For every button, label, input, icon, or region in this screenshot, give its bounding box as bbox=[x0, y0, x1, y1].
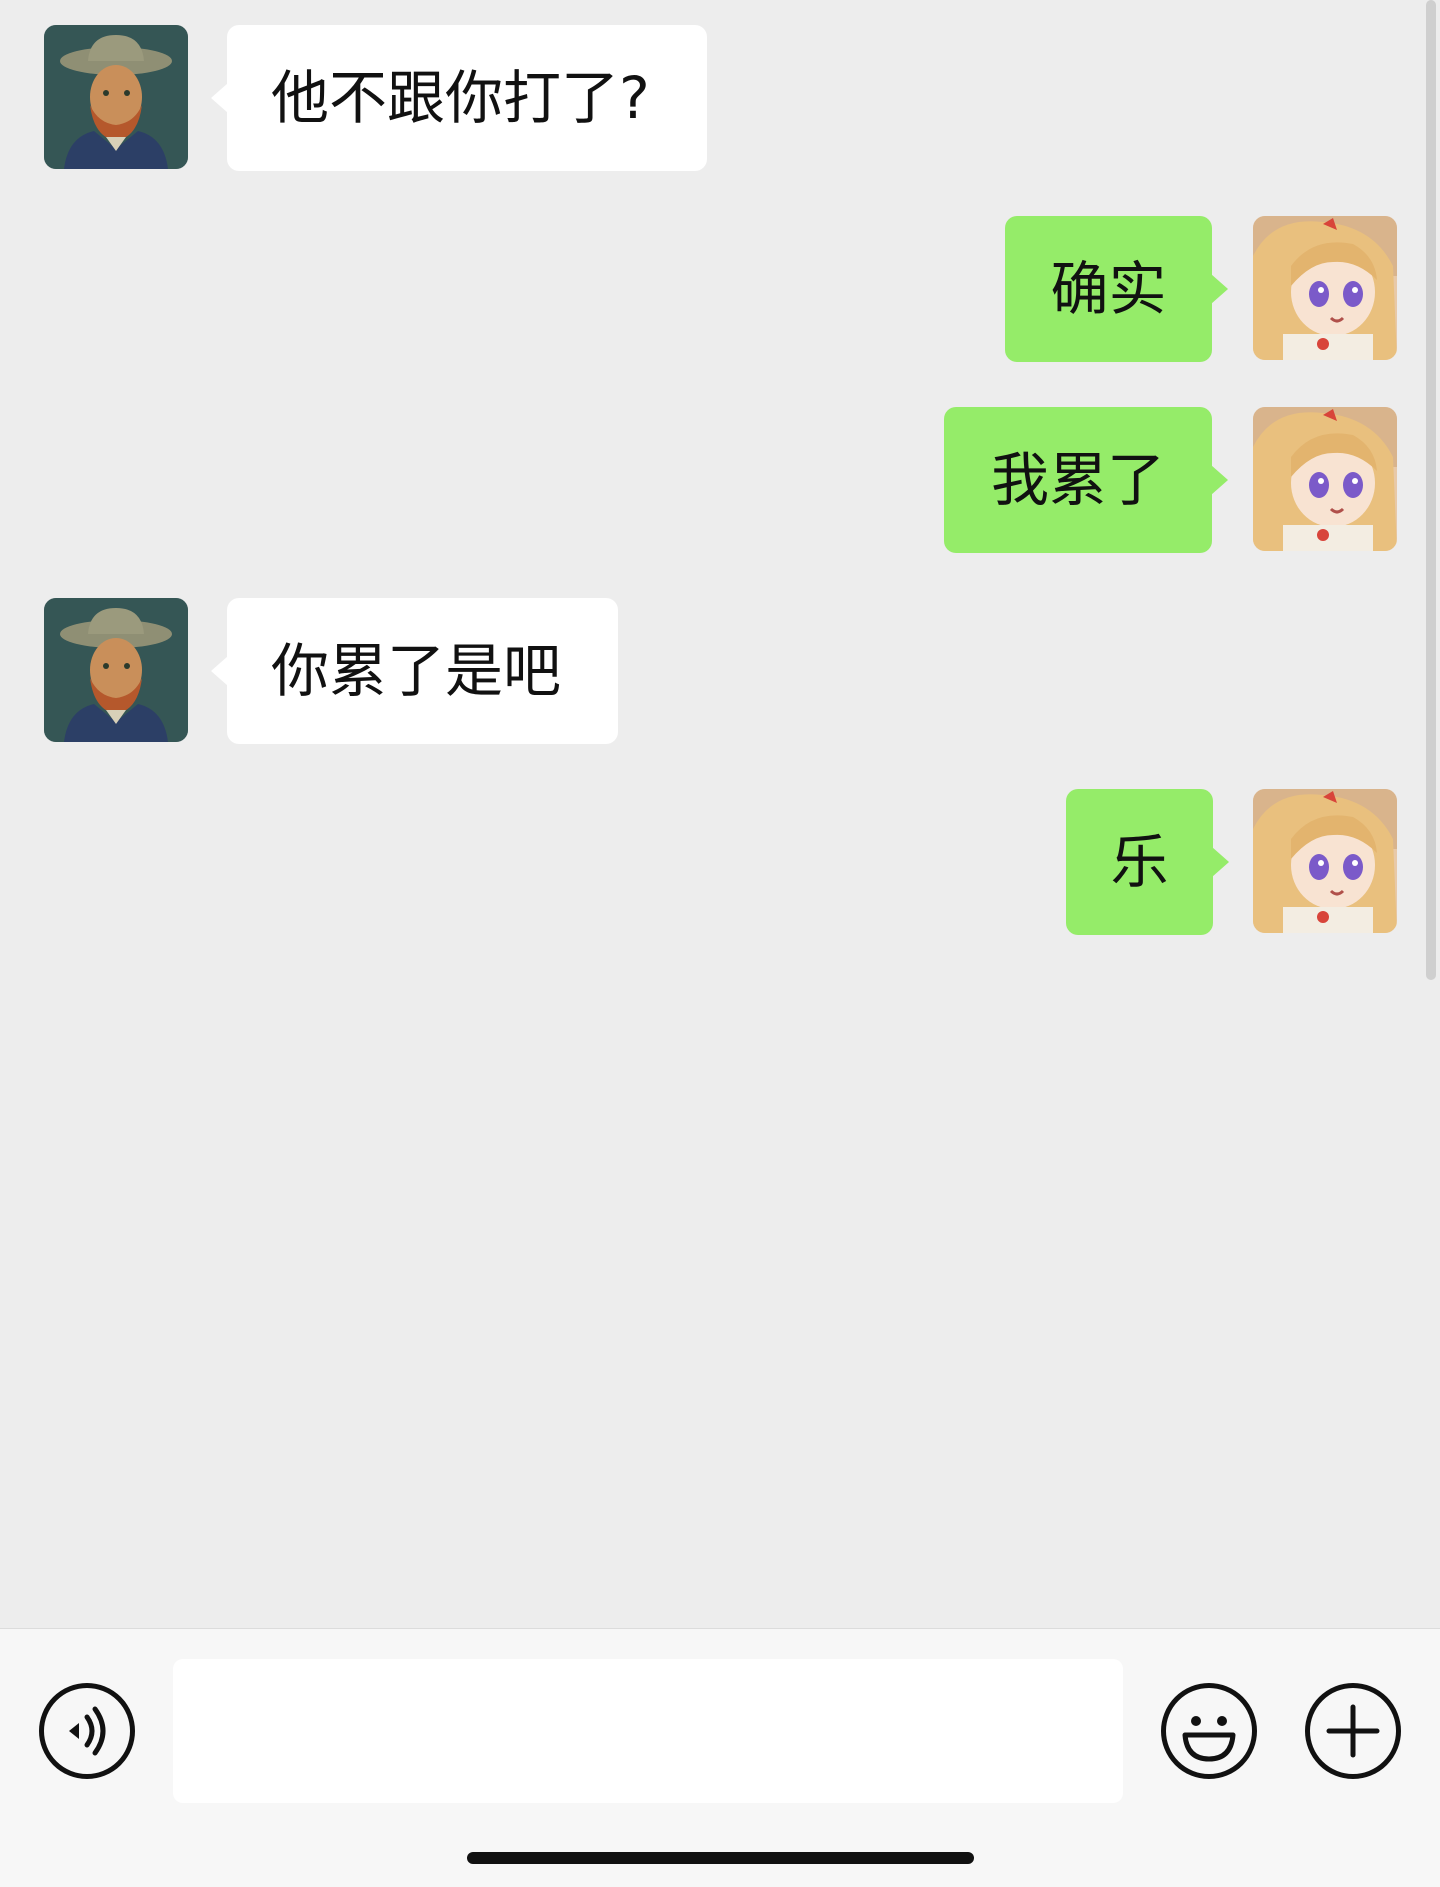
message-text: 你累了是吧 bbox=[271, 637, 562, 705]
bubble-tail bbox=[1212, 847, 1229, 877]
chat-area: 他不跟你打了? 确实 我累了 你累了是吧 乐 bbox=[0, 0, 1440, 1628]
message-bubble-sent[interactable]: 确实 bbox=[1005, 216, 1228, 362]
anime-girl-image bbox=[1253, 789, 1397, 933]
message-text: 我累了 bbox=[990, 446, 1165, 514]
plus-icon bbox=[1326, 1704, 1380, 1758]
van-gogh-portrait-image bbox=[44, 25, 188, 169]
home-indicator[interactable] bbox=[467, 1852, 974, 1864]
voice-button[interactable] bbox=[39, 1683, 135, 1779]
self-avatar[interactable] bbox=[1253, 216, 1397, 360]
emoji-button[interactable] bbox=[1161, 1683, 1257, 1779]
bubble-tail bbox=[211, 656, 228, 686]
anime-girl-image bbox=[1253, 216, 1397, 360]
message-bubble-received[interactable]: 你累了是吧 bbox=[211, 598, 618, 744]
message-text: 他不跟你打了? bbox=[271, 64, 650, 132]
bubble-tail bbox=[1211, 465, 1228, 495]
emoji-icon bbox=[1182, 1716, 1236, 1762]
contact-avatar[interactable] bbox=[44, 25, 188, 169]
self-avatar[interactable] bbox=[1253, 789, 1397, 933]
contact-avatar[interactable] bbox=[44, 598, 188, 742]
plus-button[interactable] bbox=[1305, 1683, 1401, 1779]
van-gogh-portrait-image bbox=[44, 598, 188, 742]
scrollbar[interactable] bbox=[1426, 0, 1436, 980]
message-bubble-received[interactable]: 他不跟你打了? bbox=[211, 25, 707, 171]
anime-girl-image bbox=[1253, 407, 1397, 551]
message-bubble-sent[interactable]: 我累了 bbox=[944, 407, 1228, 553]
message-text: 乐 bbox=[1110, 828, 1169, 896]
message-input[interactable] bbox=[173, 1659, 1123, 1803]
voice-icon bbox=[69, 1706, 106, 1756]
bubble-tail bbox=[1211, 274, 1228, 304]
self-avatar[interactable] bbox=[1253, 407, 1397, 551]
bubble-tail bbox=[211, 83, 228, 113]
input-bar bbox=[0, 1628, 1440, 1887]
message-text: 确实 bbox=[1050, 255, 1167, 323]
message-bubble-sent[interactable]: 乐 bbox=[1066, 789, 1229, 935]
